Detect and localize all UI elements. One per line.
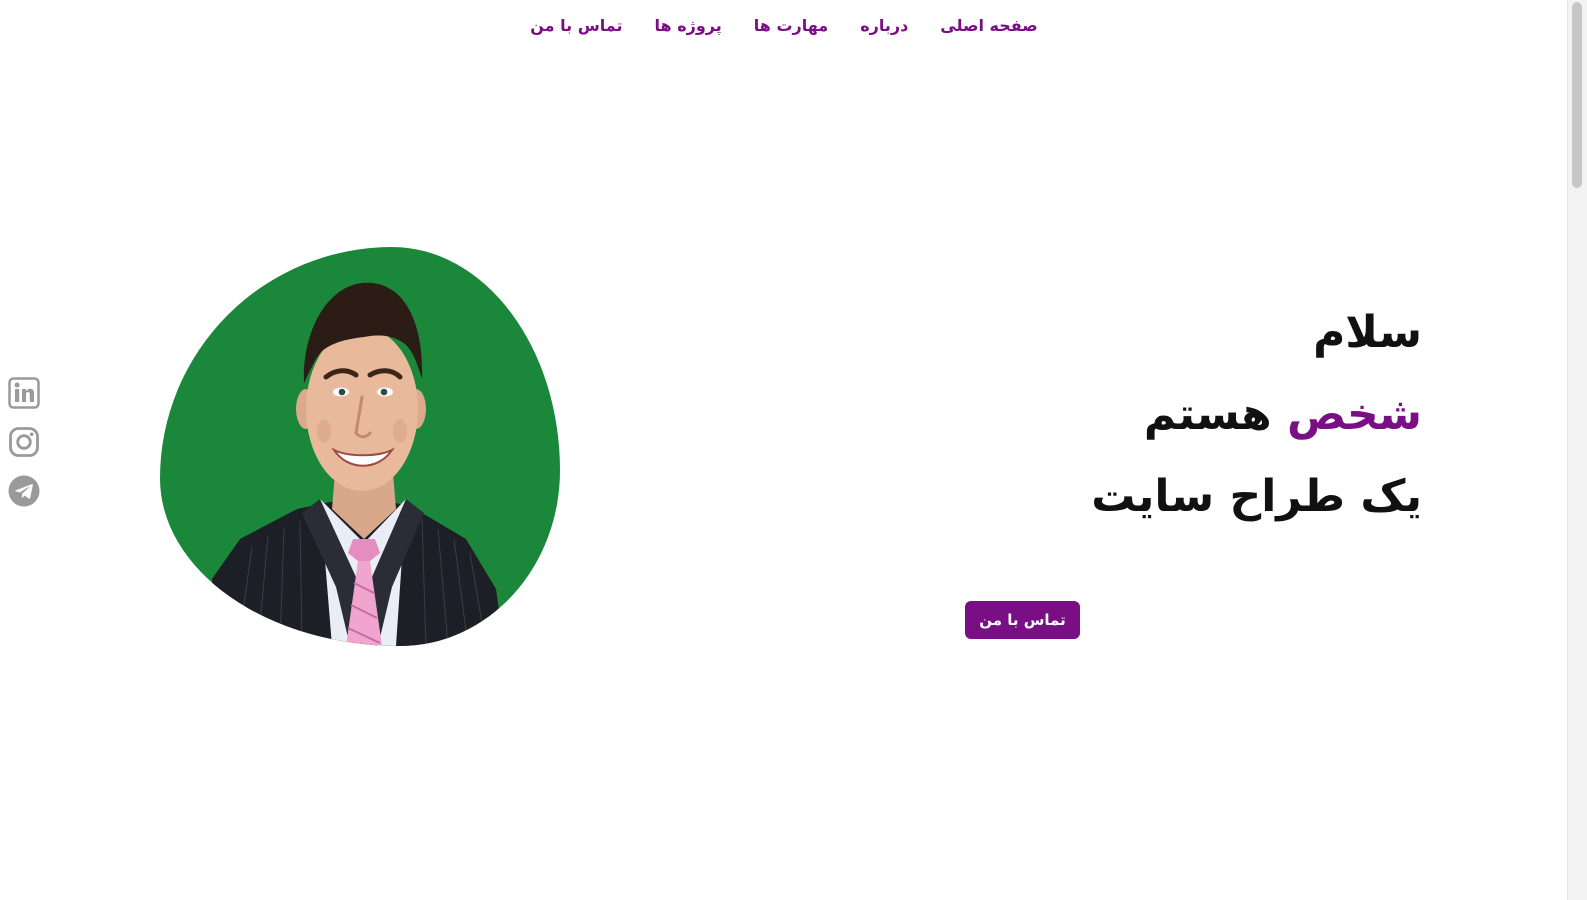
nav-item-home: صفحه اصلی [940,12,1037,40]
profile-photo [160,247,560,646]
nav-link-home[interactable]: صفحه اصلی [940,16,1037,35]
telegram-icon-graphic [8,475,40,507]
nav-item-about: درباره [860,12,908,40]
hero-name: شخص [1286,389,1422,440]
nav-list: صفحه اصلی درباره مهارت ها پروژه ها تماس … [530,12,1038,40]
social-links [8,377,40,507]
nav-item-projects: پروژه ها [655,12,722,40]
nav-link-about[interactable]: درباره [860,16,908,35]
portfolio-page: صفحه اصلی درباره مهارت ها پروژه ها تماس … [0,0,1587,900]
hero-name-suffix: هستم [1143,389,1272,440]
instagram-icon-graphic [9,427,39,457]
hero-greeting: سلام [1313,307,1422,358]
scrollbar-thumb[interactable] [1572,2,1582,188]
linkedin-icon[interactable] [8,377,40,409]
nav-link-projects[interactable]: پروژه ها [655,16,722,35]
nav-item-contact: تماس با من [530,12,622,40]
telegram-icon[interactable] [8,475,40,507]
person-illustration [212,282,504,646]
nav-item-skills: مهارت ها [754,12,828,40]
hero-role: یک طراح سایت [1091,471,1422,522]
hero-section: سلام شخص هستم یک طراح سایت تماس با من [962,292,1422,639]
nav-link-skills[interactable]: مهارت ها [754,16,828,35]
contact-me-button[interactable]: تماس با من [965,601,1080,639]
nav-link-contact[interactable]: تماس با من [530,16,622,35]
hero-name-line: شخص هستم [962,374,1422,456]
linkedin-icon-graphic [8,377,40,409]
instagram-icon[interactable] [8,426,40,458]
top-navigation: صفحه اصلی درباره مهارت ها پروژه ها تماس … [0,12,1568,40]
vertical-scrollbar[interactable] [1567,0,1587,900]
